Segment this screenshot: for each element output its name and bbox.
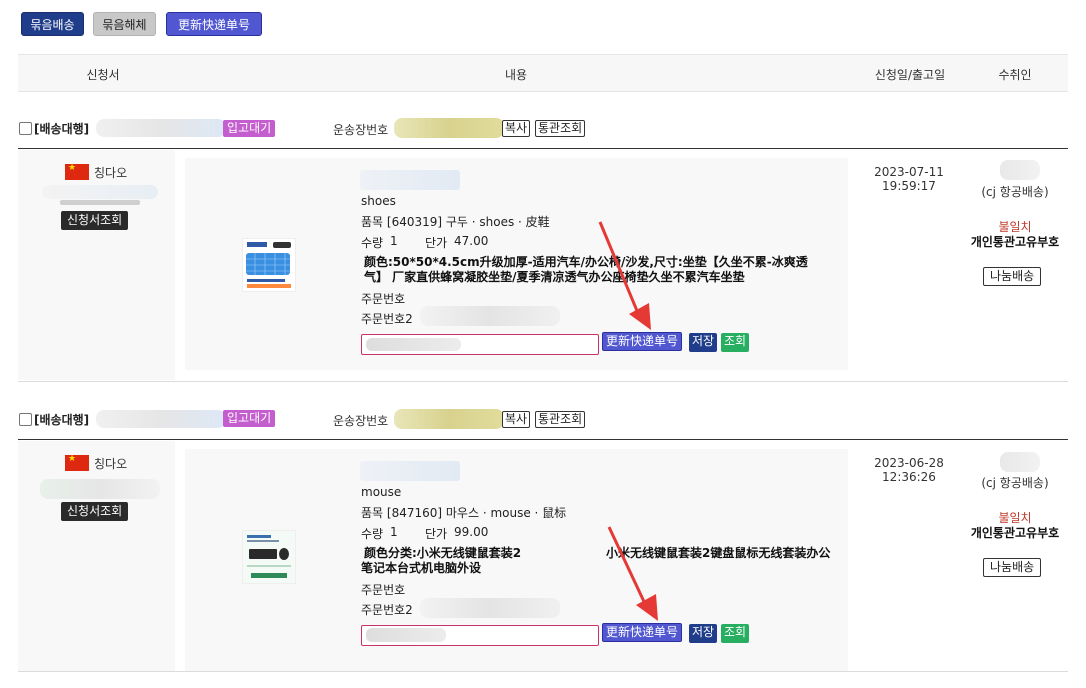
status-badge: 입고대기: [223, 410, 276, 427]
application-date: 2023-06-28: [874, 456, 944, 470]
update-tracking-row-button[interactable]: 更新快递单号: [602, 332, 683, 351]
unbundle-button[interactable]: 묶음해체: [93, 12, 156, 36]
product-name: mouse: [361, 485, 402, 499]
product-option: 颜色:50*50*4.5cm升级加厚-适用汽车/办公椅/沙发,尺寸:坐垫【久坐不…: [364, 255, 808, 284]
warehouse-city: 칭다오: [94, 166, 128, 180]
tracking-input[interactable]: [361, 625, 599, 646]
product-option-cont2: 笔记本台式机电脑外设: [361, 561, 482, 575]
bundle-shipping-button[interactable]: 묶음배송: [21, 12, 84, 36]
customs-lookup-button[interactable]: 통관조회: [535, 411, 586, 428]
china-flag-icon: [65, 164, 89, 180]
application-time: 12:36:26: [882, 470, 936, 484]
order-number2-label: 주문번호2: [361, 312, 413, 326]
warehouse-city: 칭다오: [94, 457, 128, 471]
divider: [18, 381, 1068, 382]
order-select-checkbox[interactable]: [19, 122, 32, 135]
item-category: 품목 [640319] 구두 · shoes · 皮鞋: [361, 215, 550, 229]
header-receiver: 수취인: [998, 68, 1032, 82]
save-button[interactable]: 저장: [689, 333, 718, 352]
order-number-label: 주문번호: [361, 292, 406, 306]
customs-id-label: 개인통관고유부호: [970, 235, 1060, 249]
product-thumbnail[interactable]: [242, 530, 296, 584]
header-application: 신청서: [86, 68, 120, 82]
product-thumbnail[interactable]: [242, 238, 296, 292]
customs-lookup-button[interactable]: 통관조회: [535, 120, 586, 137]
application-time: 19:59:17: [882, 179, 936, 193]
service-type-label: [배송대행]: [34, 413, 90, 427]
order-number-label: 주문번호: [361, 583, 406, 597]
masked-receiver-name: [1000, 160, 1040, 180]
view-application-button[interactable]: 신청서조회: [61, 502, 129, 521]
quantity-value: 1: [390, 525, 398, 539]
customs-id-label: 개인통관고유부호: [970, 526, 1060, 540]
tracking-input[interactable]: [361, 334, 599, 355]
table-header: 신청서 내용 신청일/출고일 수취인: [18, 54, 1068, 92]
divider: [18, 671, 1068, 672]
masked-applicant-id: [60, 200, 140, 205]
quantity-value: 1: [390, 234, 398, 248]
divider: [18, 148, 1068, 149]
application-date: 2023-07-11: [874, 165, 944, 179]
update-tracking-row-button[interactable]: 更新快递单号: [602, 623, 683, 642]
masked-order-number2: [420, 598, 560, 618]
masked-customer-name: [96, 410, 226, 428]
update-tracking-button[interactable]: 更新快递单号: [166, 12, 262, 36]
masked-applicant: [42, 185, 158, 199]
masked-receiver-name: [1000, 452, 1040, 472]
split-shipping-button[interactable]: 나눔배송: [983, 558, 1042, 577]
masked-order-number2: [420, 306, 560, 326]
quantity-label: 수량: [361, 236, 384, 250]
query-button[interactable]: 조회: [721, 333, 750, 352]
masked-customer-name: [96, 119, 226, 137]
product-option: 颜色分类:小米无线键鼠套装2: [364, 546, 522, 560]
mismatch-warning: 불일치: [998, 220, 1032, 234]
header-content: 내용: [504, 68, 528, 82]
order-group-header: [배송대행] 입고대기 운송장번호 복사 통관조회: [18, 118, 1068, 140]
item-category: 품목 [847160] 마우스 · mouse · 鼠标: [361, 506, 567, 520]
query-button[interactable]: 조회: [721, 624, 750, 643]
application-cell: [18, 441, 175, 671]
view-application-button[interactable]: 신청서조회: [61, 211, 129, 230]
divider: [18, 439, 1068, 440]
masked-applicant: [40, 479, 160, 499]
split-shipping-button[interactable]: 나눔배송: [983, 267, 1042, 286]
product-image-icon: [243, 531, 295, 583]
order-group-header: [배송대행] 입고대기 운송장번호 복사 통관조회: [18, 409, 1068, 431]
shipping-method: (cj 항공배송): [981, 476, 1049, 490]
unit-price-label: 단가: [425, 236, 448, 250]
mismatch-warning: 불일치: [998, 511, 1032, 525]
copy-button[interactable]: 복사: [502, 411, 531, 428]
quantity-label: 수량: [361, 527, 384, 541]
product-name: shoes: [361, 194, 396, 208]
masked-tracking-number: [394, 409, 504, 429]
masked-tracking-number: [394, 118, 504, 138]
tracking-number-label: 운송장번호: [333, 123, 389, 137]
unit-price-value: 99.00: [454, 525, 489, 539]
masked-product-title: [360, 170, 460, 190]
order-number2-label: 주문번호2: [361, 603, 413, 617]
unit-price-label: 단가: [425, 527, 448, 541]
masked-product-title: [360, 461, 460, 481]
save-button[interactable]: 저장: [689, 624, 718, 643]
tracking-number-label: 운송장번호: [333, 414, 389, 428]
copy-button[interactable]: 복사: [502, 120, 531, 137]
service-type-label: [배송대행]: [34, 122, 90, 136]
header-date: 신청일/출고일: [874, 68, 946, 82]
order-select-checkbox[interactable]: [19, 413, 32, 426]
shipping-method: (cj 항공배송): [981, 185, 1049, 199]
unit-price-value: 47.00: [454, 234, 489, 248]
product-image-icon: [243, 239, 295, 291]
status-badge: 입고대기: [223, 120, 276, 137]
product-option-cont: 小米无线键鼠套装2键盘鼠标无线套装办公: [606, 546, 831, 560]
china-flag-icon: [65, 455, 89, 471]
